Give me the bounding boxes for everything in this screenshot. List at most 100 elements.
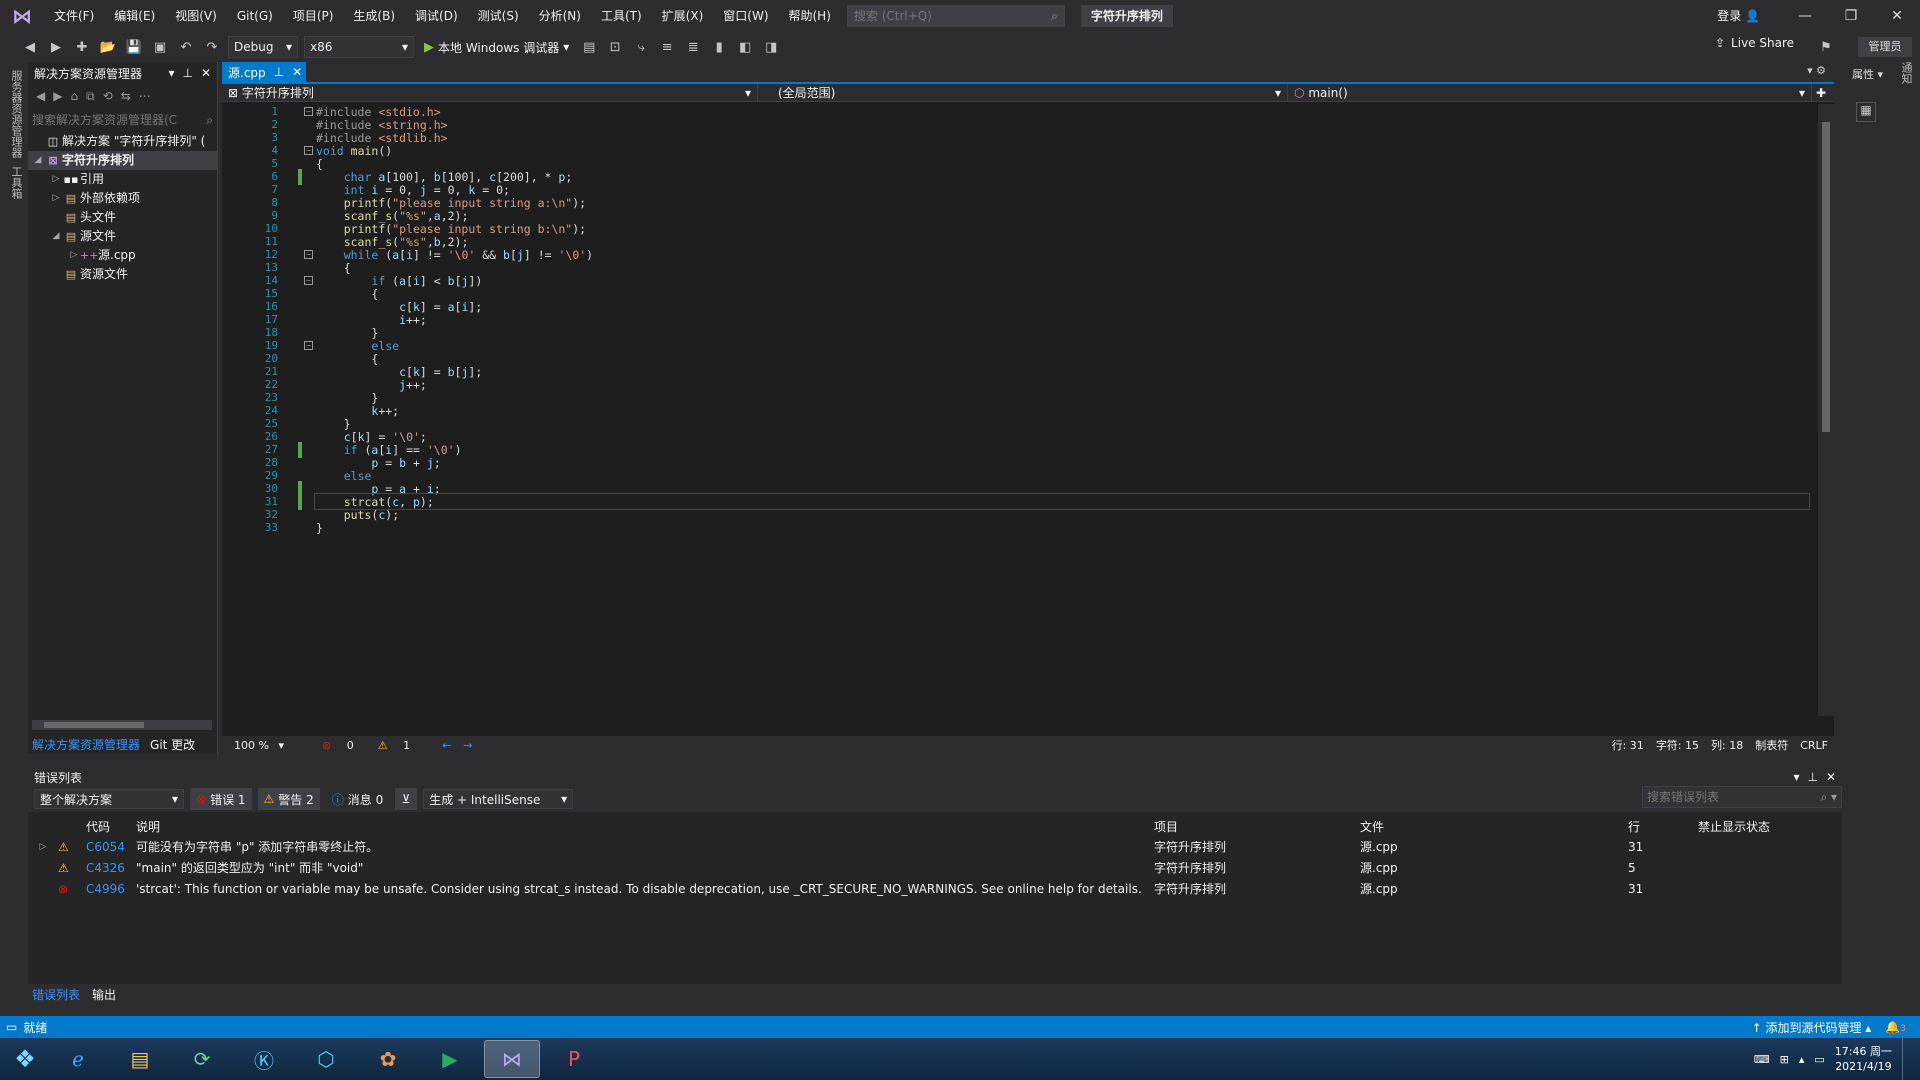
warnings-filter-button[interactable]: ⚠ 警告 2 [257, 788, 320, 810]
col-project[interactable]: 项目 [1154, 818, 1360, 835]
uncomment-icon[interactable]: ≣ [683, 37, 703, 57]
tray-expand-icon[interactable]: ▴ [1799, 1053, 1805, 1066]
visual-studio-logo-icon[interactable]: ⋈ [0, 0, 44, 32]
save-icon[interactable]: 💾 [124, 37, 144, 57]
open-file-icon[interactable]: 📂 [98, 37, 118, 57]
tab-error-list[interactable]: 错误列表 [32, 986, 80, 1003]
chevron-down-icon[interactable]: ▾ [168, 66, 174, 80]
tree-item-header-files[interactable]: ▤ 头文件 [28, 208, 217, 227]
prev-issue-icon[interactable]: ← [436, 739, 457, 752]
collapse-icon[interactable]: − [304, 146, 313, 155]
clock[interactable]: 17:46 周一 2021/4/19 [1835, 1044, 1892, 1074]
solution-search-input[interactable] [32, 113, 182, 127]
pin-icon[interactable]: ⊥ [1807, 770, 1817, 784]
col-desc[interactable]: 说明 [136, 818, 1154, 835]
settings-icon[interactable]: ▾ ⚙ [1807, 64, 1826, 77]
pinwheel-app-icon[interactable]: ✿ [360, 1040, 416, 1078]
collapse-icon[interactable]: − [304, 276, 313, 285]
properties-tab[interactable]: 属性 ▾ [1852, 66, 1883, 82]
menu-tools[interactable]: 工具(T) [591, 0, 652, 32]
forward-icon[interactable]: ▶ [46, 37, 66, 57]
add-to-source-control-button[interactable]: ↑ 添加到源代码管理 ▴ [1752, 1019, 1886, 1036]
menu-help[interactable]: 帮助(H) [779, 0, 841, 32]
sync-app-icon[interactable]: ⟳ [174, 1040, 230, 1078]
scrollbar-thumb[interactable] [1822, 122, 1830, 432]
history-icon[interactable]: ⟲ [103, 89, 113, 103]
messages-filter-button[interactable]: ⓘ 消息 0 [326, 788, 389, 810]
save-all-icon[interactable]: ▣ [150, 37, 170, 57]
menu-build[interactable]: 生成(B) [343, 0, 405, 32]
nav-project-select[interactable]: ⊠ 字符升序排列 ▾ [222, 83, 758, 102]
nav-scope-select[interactable]: (全局范围) ▾ [758, 83, 1288, 102]
network-icon[interactable]: ⊞ [1780, 1053, 1789, 1066]
global-search[interactable]: ⌕ [846, 5, 1065, 27]
collapsed-icon[interactable]: ▷ [68, 246, 80, 265]
pin-icon[interactable]: ⊥ [182, 66, 192, 80]
menu-extensions[interactable]: 扩展(X) [652, 0, 714, 32]
collapsed-icon[interactable]: ▷ [28, 842, 58, 852]
split-icon[interactable]: ✚ [1812, 86, 1830, 100]
eol-indicator[interactable]: CRLF [1794, 739, 1834, 752]
tab-source-cpp[interactable]: 源.cpp ⊥ ✕ [222, 62, 307, 82]
tab-output[interactable]: 输出 [92, 986, 116, 1003]
tree-item-external-deps[interactable]: ▷ ▤ 外部依赖项 [28, 189, 217, 208]
menu-file[interactable]: 文件(F) [44, 0, 104, 32]
screenshot-icon[interactable]: ⊡ [605, 37, 625, 57]
tree-item-source-cpp[interactable]: ▷ ++ 源.cpp [28, 246, 217, 265]
pin-icon[interactable]: ⊥ [274, 65, 284, 79]
bookmark-icon[interactable]: ▮ [709, 37, 729, 57]
code-line[interactable]: 33} [222, 520, 1812, 536]
close-icon[interactable]: ✕ [1874, 8, 1920, 24]
home-icon[interactable]: ⌂ [70, 89, 78, 103]
next-bookmark-icon[interactable]: ◨ [761, 37, 781, 57]
error-search-input[interactable] [1647, 790, 1807, 804]
error-count[interactable]: ⊗ 0 [310, 739, 366, 752]
undo-icon[interactable]: ↶ [176, 37, 196, 57]
solution-config-select[interactable]: Debug ▾ [228, 36, 298, 58]
back-icon[interactable]: ◀ [20, 37, 40, 57]
solution-search[interactable]: ⌕ [32, 110, 213, 130]
tree-item-project[interactable]: ◢ ⊠ 字符升序排列 [28, 151, 217, 170]
horizontal-scrollbar[interactable] [32, 720, 212, 730]
zoom-select[interactable]: 100 % ▾ [222, 739, 290, 752]
tree-item-references[interactable]: ▷ ▪▪ 引用 [28, 170, 217, 189]
collapse-icon[interactable]: − [304, 107, 313, 116]
menu-analyze[interactable]: 分析(N) [529, 0, 591, 32]
feedback-icon[interactable]: ⚑ [1816, 37, 1836, 57]
login-link[interactable]: 登录 👤 [1717, 0, 1760, 32]
forward-icon[interactable]: ▶ [53, 89, 62, 103]
media-player-icon[interactable]: ▶ [422, 1040, 478, 1078]
show-desktop-button[interactable] [1902, 1038, 1912, 1080]
menu-view[interactable]: 视图(V) [165, 0, 227, 32]
error-code-link[interactable]: C4326 [86, 861, 136, 875]
menu-git[interactable]: Git(G) [227, 0, 283, 32]
start-button-icon[interactable]: ❖ [0, 1038, 50, 1080]
expanded-icon[interactable]: ◢ [50, 227, 62, 246]
col-line[interactable]: 行 [1628, 818, 1698, 835]
collapse-icon[interactable]: − [304, 250, 313, 259]
scope-select[interactable]: 整个解决方案 ▾ [34, 789, 184, 809]
powerpoint-icon[interactable]: P [546, 1040, 602, 1078]
collapse-icon[interactable]: − [304, 341, 313, 350]
back-icon[interactable]: ◀ [36, 89, 45, 103]
collapsed-icon[interactable]: ▷ [50, 189, 62, 208]
next-issue-icon[interactable]: → [457, 739, 478, 752]
chevron-down-icon[interactable]: ▾ [1793, 770, 1799, 784]
warning-count[interactable]: ⚠ 1 [366, 739, 422, 752]
tab-git-changes[interactable]: Git 更改 [150, 736, 195, 753]
monitor-icon[interactable]: ▭ [1814, 1053, 1824, 1066]
ie-browser-icon[interactable]: ℯ [50, 1040, 106, 1078]
live-share-button[interactable]: ⇪ Live Share [1715, 36, 1794, 50]
menu-edit[interactable]: 编辑(E) [104, 0, 165, 32]
redo-icon[interactable]: ↷ [202, 37, 222, 57]
start-debugging-button[interactable]: ▶ 本地 Windows 调试器 ▾ [420, 39, 573, 56]
error-code-link[interactable]: C4996 [86, 882, 136, 896]
menu-test[interactable]: 测试(S) [468, 0, 529, 32]
error-code-link[interactable]: C6054 [86, 840, 136, 854]
shield-app-icon[interactable]: ⬡ [298, 1040, 354, 1078]
keyboard-icon[interactable]: ⌨ [1754, 1053, 1770, 1066]
nav-member-select[interactable]: ⬡ main() ▾ [1288, 83, 1812, 102]
scrollbar-thumb[interactable] [44, 722, 144, 728]
toolbox-tab[interactable]: 工具箱 [8, 166, 24, 199]
table-row[interactable]: ▷ ⚠ C6054 可能没有为字符串 "p" 添加字符串零终止符。 字符升序排列… [28, 836, 1842, 857]
